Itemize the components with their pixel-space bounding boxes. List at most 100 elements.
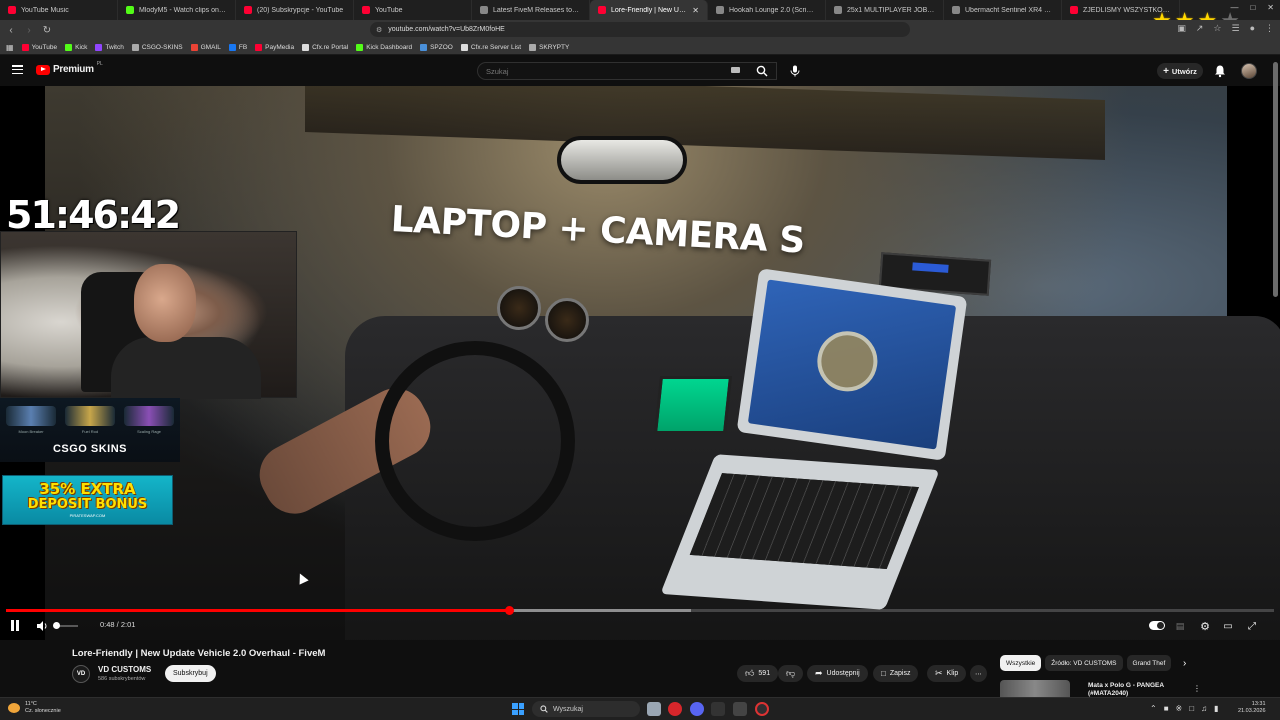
mdt-laptop-lid — [736, 268, 968, 461]
more-vertical-icon[interactable]: ⋮ — [1193, 684, 1201, 693]
tray-app-icon[interactable]: ■ — [1164, 704, 1169, 713]
chip-grand-theft[interactable]: Grand Thef — [1126, 655, 1172, 671]
share-icon[interactable]: ↗ — [1196, 23, 1204, 34]
windows-start-icon[interactable] — [512, 703, 524, 715]
browser-tab-strip: YouTube Music MlodyM5 - Watch clips on Ki… — [0, 0, 1280, 20]
profile-icon[interactable]: ● — [1250, 23, 1255, 34]
scrubber-handle[interactable] — [505, 606, 514, 615]
browser-tab[interactable]: Hookah Lounge 2.0 (Script & MLO) — [708, 0, 826, 20]
close-tab-icon[interactable]: ✕ — [692, 6, 699, 15]
speedometer-gauge — [497, 286, 541, 330]
browser-tab[interactable]: Latest FiveM Releases topics - Cfx.re — [472, 0, 590, 20]
notifications-bell-icon[interactable] — [1213, 64, 1227, 78]
settings-gear-icon[interactable]: ⚙ — [1198, 619, 1212, 633]
channel-avatar[interactable]: VD — [72, 665, 90, 683]
youtube-premium-logo[interactable]: Premium PL — [36, 61, 103, 75]
bookmark-item[interactable]: Cfx.re Portal — [302, 43, 348, 51]
volume-icon[interactable] — [35, 619, 49, 633]
bookmark-favicon-icon — [302, 43, 310, 51]
clip-button[interactable]: ✂ Klip — [927, 665, 967, 682]
site-info-icon[interactable]: ⚙ — [376, 26, 382, 34]
bookmark-star-icon[interactable]: ☆ — [1213, 23, 1221, 34]
tray-arrow-icon[interactable]: ⌃ — [1150, 704, 1157, 713]
discord-icon[interactable] — [690, 702, 704, 716]
minimize-button[interactable]: — — [1230, 3, 1238, 12]
volume-knob[interactable] — [53, 622, 60, 629]
network-icon[interactable]: □ — [1189, 704, 1194, 713]
skin-thumbnail — [124, 406, 174, 426]
bookmark-item[interactable]: Cfx.re Server List — [460, 43, 521, 51]
bookmark-item[interactable]: SPZOO — [420, 43, 453, 51]
autoplay-toggle[interactable] — [1149, 621, 1165, 630]
bluetooth-icon[interactable]: ※ — [1176, 704, 1183, 713]
theater-mode-icon[interactable]: ▭ — [1221, 619, 1235, 633]
dislike-button[interactable]: 👎︎ — [778, 665, 804, 682]
create-button[interactable]: + Utwórz — [1157, 63, 1203, 79]
battery-icon[interactable]: ▮ — [1214, 704, 1218, 713]
extensions-icon[interactable]: ☰ — [1231, 23, 1239, 34]
file-explorer-icon[interactable] — [647, 702, 661, 716]
opera-browser-icon[interactable] — [668, 702, 682, 716]
reload-icon[interactable]: ↻ — [40, 23, 54, 37]
tab-label: MlodyM5 - Watch clips on Kick — [139, 6, 227, 14]
channel-name[interactable]: VD CUSTOMS — [98, 665, 151, 674]
bookmark-item[interactable]: Kick — [65, 43, 87, 51]
weather-desc: Cz. słonecznie — [25, 707, 61, 714]
bookmark-item[interactable]: SKRYPTY — [529, 43, 569, 51]
bookmark-item[interactable]: PayMedia — [255, 43, 294, 51]
keyboard-icon[interactable] — [731, 67, 740, 73]
bookmark-favicon-icon — [255, 43, 263, 51]
back-arrow-icon[interactable]: ‹ — [4, 23, 18, 37]
browser-menu-icon[interactable]: ⋮ — [1265, 23, 1274, 34]
browser-tab[interactable]: MlodyM5 - Watch clips on Kick — [118, 0, 236, 20]
recommended-title[interactable]: Mata x Polo G - PANGEA (#MATA2040) — [1088, 682, 1178, 698]
pause-button[interactable] — [11, 620, 21, 631]
forward-arrow-icon[interactable]: › — [22, 23, 36, 37]
excel-icon[interactable] — [711, 702, 725, 716]
bookmark-item[interactable]: CSGO-SKINS — [131, 43, 183, 51]
bookmark-favicon-icon — [356, 43, 364, 51]
url-field[interactable]: ⚙ youtube.com/watch?v=Ub8ZrM0foHE — [370, 22, 910, 37]
bookmark-item[interactable]: GMAIL — [190, 43, 221, 51]
weather-widget[interactable]: 11°C Cz. słonecznie — [8, 701, 61, 714]
controller-app-icon[interactable] — [733, 702, 747, 716]
bookmark-item[interactable]: Twitch — [95, 43, 124, 51]
thumbs-down-icon: 👎︎ — [786, 668, 796, 678]
subscribe-button[interactable]: Subskrybuj — [165, 665, 216, 682]
video-player[interactable]: LAPTOP + CAMERA S 51:46:42 Moon Breaker … — [0, 86, 1280, 640]
account-avatar[interactable] — [1241, 63, 1257, 79]
bookmark-item[interactable]: FB — [228, 43, 247, 51]
guide-menu-icon[interactable] — [12, 65, 23, 74]
browser-tab[interactable]: YouTube Music — [0, 0, 118, 20]
maximize-button[interactable]: □ — [1250, 3, 1255, 12]
more-actions-button[interactable]: ⋯ — [970, 665, 987, 682]
bookmark-item[interactable]: YouTube — [21, 43, 57, 51]
chevron-right-icon[interactable]: › — [1183, 658, 1186, 669]
speaker-icon[interactable]: ♫ — [1201, 704, 1207, 713]
search-button[interactable] — [750, 62, 774, 80]
install-app-icon[interactable]: ▣ — [1177, 23, 1186, 34]
browser-tab[interactable]: Ubermacht Sentinel XR4 - FiveM — [944, 0, 1062, 20]
like-button[interactable]: 👍︎ 591 — [737, 665, 779, 682]
chip-all[interactable]: Wszystkie — [1000, 655, 1042, 671]
save-button[interactable]: □ Zapisz — [873, 665, 919, 682]
progress-bar[interactable] — [6, 606, 1274, 615]
subtitles-icon[interactable]: ▤ — [1173, 619, 1187, 633]
taskbar-clock[interactable]: 13:31 21.03.2026 — [1238, 701, 1266, 716]
page-scrollbar[interactable] — [1273, 62, 1278, 297]
recommended-thumbnail[interactable] — [1000, 680, 1070, 697]
apps-grid-icon[interactable]: ▦ — [6, 43, 14, 52]
browser-tab[interactable]: Lore-Friendly | New Update ✕ — [590, 0, 708, 20]
close-window-button[interactable]: ✕ — [1267, 3, 1274, 12]
browser-tab[interactable]: 25x1 MULTIPLAYER JOBS SYSTEM — [826, 0, 944, 20]
time-display: 0:48 / 2:01 — [100, 620, 136, 629]
browser-tab[interactable]: YouTube — [354, 0, 472, 20]
share-button[interactable]: ➦ Udostępnij — [807, 665, 868, 682]
browser-tab[interactable]: (20) Subskrypcje - YouTube — [236, 0, 354, 20]
chip-channel[interactable]: Źródło: VD CUSTOMS — [1045, 655, 1123, 671]
bookmark-item[interactable]: Kick Dashboard — [356, 43, 412, 51]
taskbar-search[interactable]: Wyszukaj — [532, 701, 640, 717]
fullscreen-icon[interactable]: ⤢ — [1245, 619, 1259, 633]
voice-search-button[interactable] — [786, 62, 804, 80]
obs-icon[interactable] — [755, 702, 769, 716]
